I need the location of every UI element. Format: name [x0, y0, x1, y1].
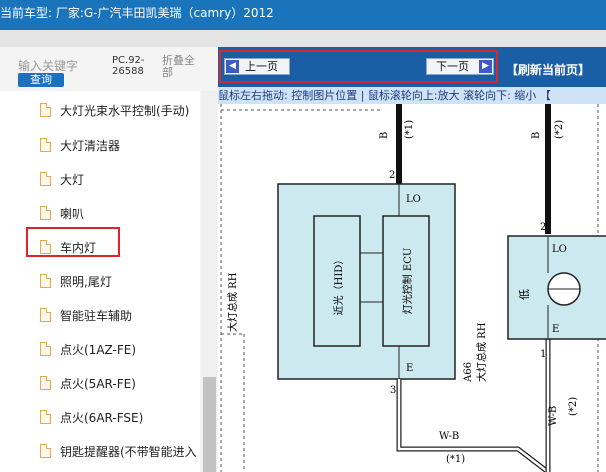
pin-lo-right: LO [552, 244, 567, 255]
vehicle-model-title: 当前车型: 厂家:G-广汽丰田凯美瑞（camry）2012 [0, 6, 274, 20]
selected-item-highlight [26, 227, 120, 257]
pin-e-right: E [552, 324, 559, 335]
wire-color-b: B [379, 132, 390, 139]
ecu-label: 灯光控制 ECU [401, 248, 414, 315]
wire-color-b-right: B [531, 132, 542, 139]
low-beam-label: 低 [518, 289, 531, 300]
toolbar-strip [0, 30, 606, 47]
fold-all-button[interactable]: 折叠全部 [162, 55, 202, 79]
document-icon [40, 103, 51, 117]
document-icon [40, 342, 51, 356]
keyword-input[interactable]: 输入关键字 [18, 57, 78, 74]
note-1-bottom: (*1) [446, 454, 465, 465]
search-row: 输入关键字 查询 PC.92-26588 折叠全部 [0, 47, 218, 91]
query-button[interactable]: 查询 [18, 73, 64, 87]
document-icon [40, 410, 51, 424]
nav-highlight [219, 50, 498, 83]
wiring-diagram-svg: B (*1) B (*2) 2 2 LO LO E E 3 1 近光（HID） … [220, 104, 606, 472]
note-2-bottom: (*2) [568, 397, 579, 416]
connector-a66-name: 大灯总成 RH [475, 322, 488, 382]
document-icon [40, 274, 51, 288]
pin-2-right: 2 [540, 222, 546, 233]
wire-color-wb-right: W-B [548, 406, 559, 426]
wire-color-wb: W-B [439, 431, 459, 442]
assembly-title: 大灯总成 RH [226, 272, 239, 332]
hid-lowbeam-label: 近光（HID） [332, 255, 345, 316]
document-icon [40, 376, 51, 390]
title-bar: 当前车型: 厂家:G-广汽丰田凯美瑞（camry）2012 [0, 0, 606, 30]
circuit-tree-list: 大灯光束水平控制(手动) 大灯清洁器 大灯 喇叭 车内灯 照明,尾灯 智能驻车辅… [0, 91, 200, 472]
left-panel: 输入关键字 查询 PC.92-26588 折叠全部 大灯光束水平控制(手动) 大… [0, 47, 218, 472]
usage-hint: 鼠标左右拖动: 控制图片位置 | 鼠标滚轮向上:放大 滚轮向下: 缩小 【 [218, 87, 606, 104]
connector-a66: A66 [463, 362, 474, 383]
refresh-page-link[interactable]: 【刷新当前页】 [506, 61, 590, 78]
document-icon [40, 444, 51, 458]
pin-lo: LO [406, 194, 421, 205]
document-icon [40, 172, 51, 186]
document-icon [40, 308, 51, 322]
pin-2: 2 [389, 170, 395, 181]
note-1: (*1) [404, 120, 415, 139]
wire-wb-route [396, 434, 550, 472]
scrollbar-thumb[interactable] [203, 377, 216, 472]
wiring-diagram[interactable]: B (*1) B (*2) 2 2 LO LO E E 3 1 近光（HID） … [218, 104, 606, 472]
document-icon [40, 138, 51, 152]
pin-1: 1 [540, 349, 546, 360]
document-icon [40, 206, 51, 220]
note-2: (*2) [554, 120, 565, 139]
pin-e: E [406, 363, 413, 374]
pc-code: PC.92-26588 [112, 55, 145, 77]
pin-3: 3 [390, 385, 396, 396]
